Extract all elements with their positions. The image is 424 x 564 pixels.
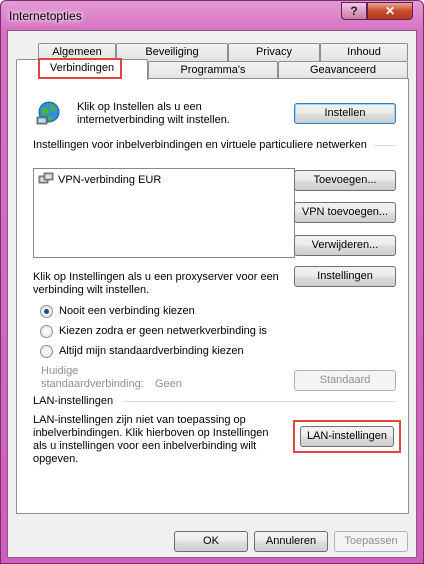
dialup-heading: Instellingen voor inbelverbindingen en v… — [33, 139, 367, 151]
settings-button[interactable]: Instellingen — [294, 266, 396, 287]
add-vpn-button[interactable]: VPN toevoegen... — [294, 202, 396, 223]
lan-settings-button[interactable]: LAN-instellingen — [300, 426, 394, 447]
list-item[interactable]: VPN-verbinding EUR — [38, 172, 161, 189]
dialog-window: Internetopties ? ✕ Algemeen Beveiliging … — [0, 0, 424, 564]
vpn-connection-icon — [38, 172, 54, 189]
lan-description: LAN-instellingen zijn niet van toepassin… — [33, 414, 269, 465]
apply-button[interactable]: Toepassen — [334, 531, 408, 552]
radio-never-control[interactable] — [40, 305, 53, 318]
radio-always-default-label: Altijd mijn standaardverbinding kiezen — [59, 345, 244, 357]
tab-inhoud[interactable]: Inhoud — [320, 43, 408, 61]
cancel-button[interactable]: Annuleren — [254, 531, 328, 552]
radio-when-no-network[interactable]: Kiezen zodra er geen netwerkverbinding i… — [40, 325, 267, 338]
current-default-label: Huidige standaardverbinding: — [41, 365, 144, 390]
radio-never[interactable]: Nooit een verbinding kiezen — [40, 305, 195, 318]
radio-when-no-network-control[interactable] — [40, 325, 53, 338]
globe-network-icon — [36, 100, 62, 126]
radio-never-label: Nooit een verbinding kiezen — [59, 305, 195, 317]
proxy-description: Klik op Instellingen als u een proxyserv… — [33, 271, 279, 296]
tab-geavanceerd[interactable]: Geavanceerd — [278, 61, 408, 79]
ok-button[interactable]: OK — [174, 531, 248, 552]
tab-programmas[interactable]: Programma's — [148, 61, 278, 79]
tab-privacy[interactable]: Privacy — [228, 43, 320, 61]
dialog-client-area: Algemeen Beveiliging Privacy Inhoud Verb… — [7, 30, 417, 558]
list-item-label: VPN-verbinding EUR — [58, 174, 162, 186]
close-button[interactable]: ✕ — [367, 2, 413, 20]
current-default-value: Geen — [155, 378, 182, 390]
setup-button[interactable]: Instellen — [294, 103, 396, 124]
radio-always-default-control[interactable] — [40, 345, 53, 358]
dialup-heading-divider — [374, 145, 396, 146]
tab-verbindingen[interactable]: Verbindingen — [16, 59, 148, 80]
help-button[interactable]: ? — [341, 2, 367, 20]
radio-when-no-network-label: Kiezen zodra er geen netwerkverbinding i… — [59, 325, 267, 337]
lan-heading: LAN-instellingen — [33, 395, 114, 407]
radio-always-default[interactable]: Altijd mijn standaardverbinding kiezen — [40, 345, 244, 358]
setup-description: Klik op Instellen als u een internetverb… — [77, 101, 230, 126]
default-button[interactable]: Standaard — [294, 370, 396, 391]
lan-heading-divider — [123, 401, 396, 402]
connection-list[interactable]: VPN-verbinding EUR — [33, 168, 295, 258]
window-title: Internetopties — [9, 9, 82, 23]
remove-button[interactable]: Verwijderen... — [294, 235, 396, 256]
add-button[interactable]: Toevoegen... — [294, 170, 396, 191]
tab-panel-verbindingen: Klik op Instellen als u een internetverb… — [16, 78, 409, 514]
